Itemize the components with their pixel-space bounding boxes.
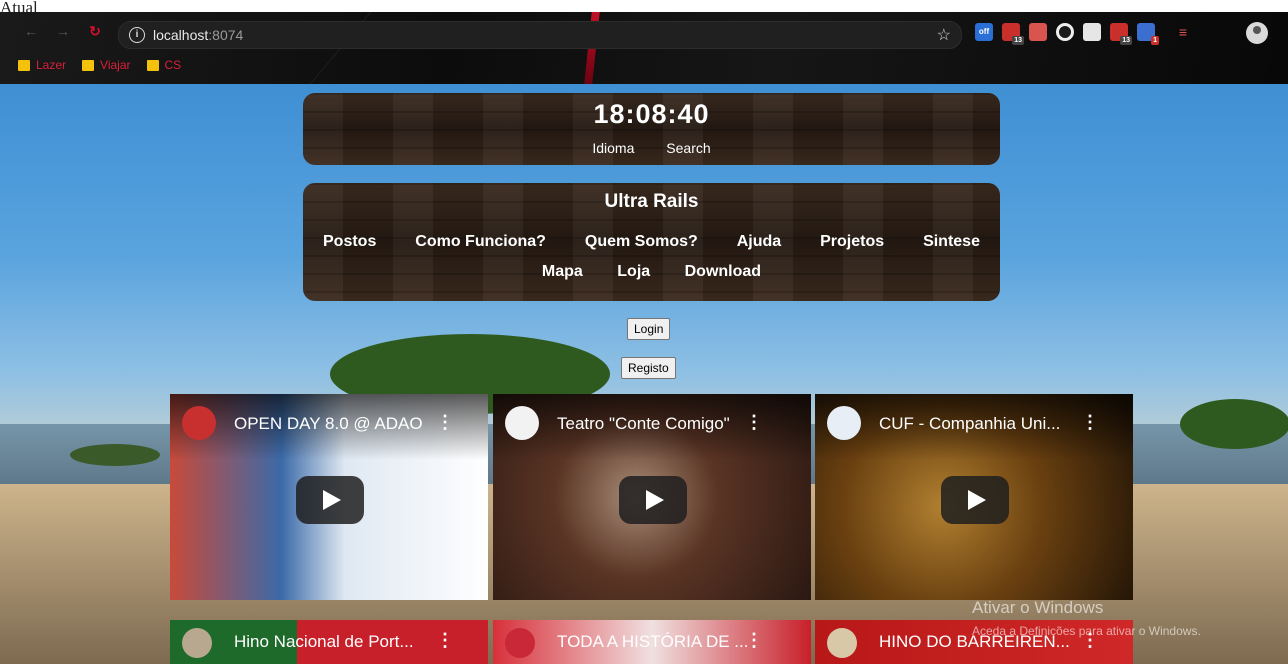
more-options-icon[interactable]: ⋮ (436, 412, 454, 433)
main-menu: Ultra Rails Postos Como Funciona? Quem S… (303, 183, 1000, 301)
channel-avatar[interactable] (827, 628, 857, 658)
more-options-icon[interactable]: ⋮ (436, 630, 454, 651)
gnu-off-icon[interactable]: off (975, 23, 993, 41)
red-badge-ext-icon-2[interactable]: 13 (1110, 23, 1132, 45)
video-embed[interactable]: Teatro "Conte Comigo" ⋮ (493, 394, 811, 600)
site-title: Ultra Rails (604, 191, 699, 212)
menu-mapa[interactable]: Mapa (542, 263, 583, 280)
menu-download[interactable]: Download (685, 263, 761, 280)
menu-projetos[interactable]: Projetos (820, 233, 884, 251)
channel-avatar[interactable] (505, 628, 535, 658)
menu-sintese[interactable]: Sintese (923, 233, 980, 251)
video-title[interactable]: OPEN DAY 8.0 @ ADAO (234, 414, 423, 434)
bookmark-viajar[interactable]: Viajar (82, 58, 131, 72)
video-embed[interactable]: CUF - Companhia Uni... ⋮ (815, 394, 1133, 600)
back-arrow-icon[interactable]: ← (22, 22, 40, 40)
info-icon[interactable]: i (129, 27, 145, 43)
channel-avatar[interactable] (505, 406, 539, 440)
video-title[interactable]: CUF - Companhia Uni... (879, 414, 1060, 434)
windows-activation-title: Ativar o Windows (972, 598, 1104, 617)
bookmark-cs[interactable]: CS (146, 58, 181, 72)
bookmark-lazer[interactable]: Lazer (18, 58, 66, 72)
menu-como-funciona[interactable]: Como Funciona? (415, 233, 546, 251)
folder-icon (82, 59, 95, 71)
profile-avatar-icon[interactable] (1246, 22, 1268, 44)
forward-arrow-icon[interactable]: → (54, 22, 72, 40)
folder-icon (18, 59, 30, 71)
menu-ajuda[interactable]: Ajuda (737, 233, 781, 251)
square-ext-icon[interactable] (1083, 23, 1101, 41)
channel-avatar[interactable] (827, 406, 861, 440)
chart-ext-icon[interactable] (1029, 23, 1047, 41)
channel-avatar[interactable] (182, 628, 212, 658)
page-background: 18:08:40 Idioma Search Ultra Rails Posto… (0, 84, 1288, 664)
play-button[interactable] (296, 476, 364, 524)
idioma-link[interactable]: Idioma (592, 140, 634, 156)
more-options-icon[interactable]: ⋮ (745, 630, 763, 651)
video-embed[interactable]: OPEN DAY 8.0 @ ADAO ⋮ (170, 394, 488, 600)
more-options-icon[interactable]: ⋮ (1081, 412, 1099, 433)
browser-chrome: ← → ↻ i localhost:8074 ☆ off 13 13 1 ≡ L… (0, 12, 1288, 84)
blue-ext-icon[interactable]: 1 (1137, 23, 1159, 45)
bookmark-star-icon[interactable]: ☆ (937, 25, 951, 45)
red-badge-ext-icon[interactable]: 13 (1002, 23, 1024, 45)
address-bar[interactable]: i localhost:8074 ☆ (118, 21, 962, 49)
video-title[interactable]: Teatro "Conte Comigo" (557, 414, 730, 434)
video-embed[interactable]: Hino Nacional de Port... ⋮ (170, 620, 488, 664)
bookmarks-bar: Lazer Viajar CS (18, 58, 181, 72)
channel-avatar[interactable] (182, 406, 216, 440)
video-title[interactable]: TODA A HISTÓRIA DE ... (557, 632, 748, 652)
url-text[interactable]: localhost:8074 (153, 27, 243, 43)
play-button[interactable] (941, 476, 1009, 524)
folder-icon (146, 59, 159, 71)
video-embed[interactable]: TODA A HISTÓRIA DE ... ⋮ (493, 620, 811, 664)
menu-postos[interactable]: Postos (323, 233, 376, 251)
reload-icon[interactable]: ↻ (86, 22, 104, 40)
page-caption: Atual (0, 0, 1288, 12)
search-link[interactable]: Search (666, 140, 710, 156)
play-button[interactable] (619, 476, 687, 524)
menu-quem-somos[interactable]: Quem Somos? (585, 233, 698, 251)
register-button[interactable]: Registo (621, 357, 676, 379)
circle-ext-icon[interactable] (1056, 23, 1074, 41)
list-ext-icon[interactable]: ≡ (1174, 23, 1192, 41)
video-title[interactable]: Hino Nacional de Port... (234, 632, 414, 652)
extensions-bar: off 13 13 1 ≡ (975, 23, 1192, 45)
login-button[interactable]: Login (627, 318, 671, 340)
windows-activation-text: Aceda a Definições para ativar o Windows… (972, 624, 1201, 638)
menu-loja[interactable]: Loja (617, 263, 650, 280)
clock-panel: 18:08:40 Idioma Search (303, 93, 1000, 165)
more-options-icon[interactable]: ⋮ (745, 412, 763, 433)
clock-time: 18:08:40 (593, 99, 710, 129)
